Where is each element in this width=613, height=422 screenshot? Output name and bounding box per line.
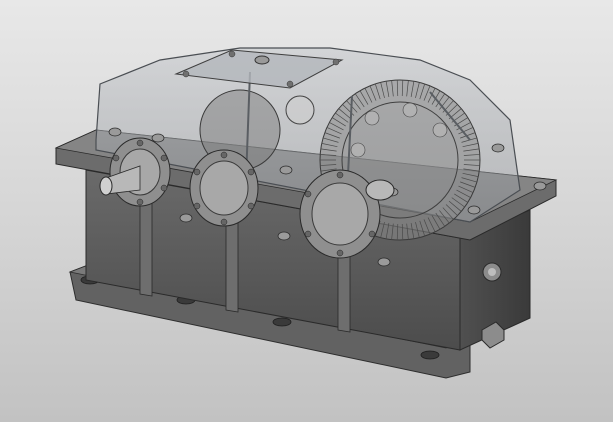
cad-3d-viewport[interactable] [0,0,613,422]
oil-level-plug [482,262,502,282]
output-bearing-cap [299,169,381,259]
output-shaft[interactable] [365,179,395,201]
gearbox-model[interactable] [0,0,613,422]
intermediate-bearing-cap [189,149,259,227]
vent-plug [254,55,270,65]
